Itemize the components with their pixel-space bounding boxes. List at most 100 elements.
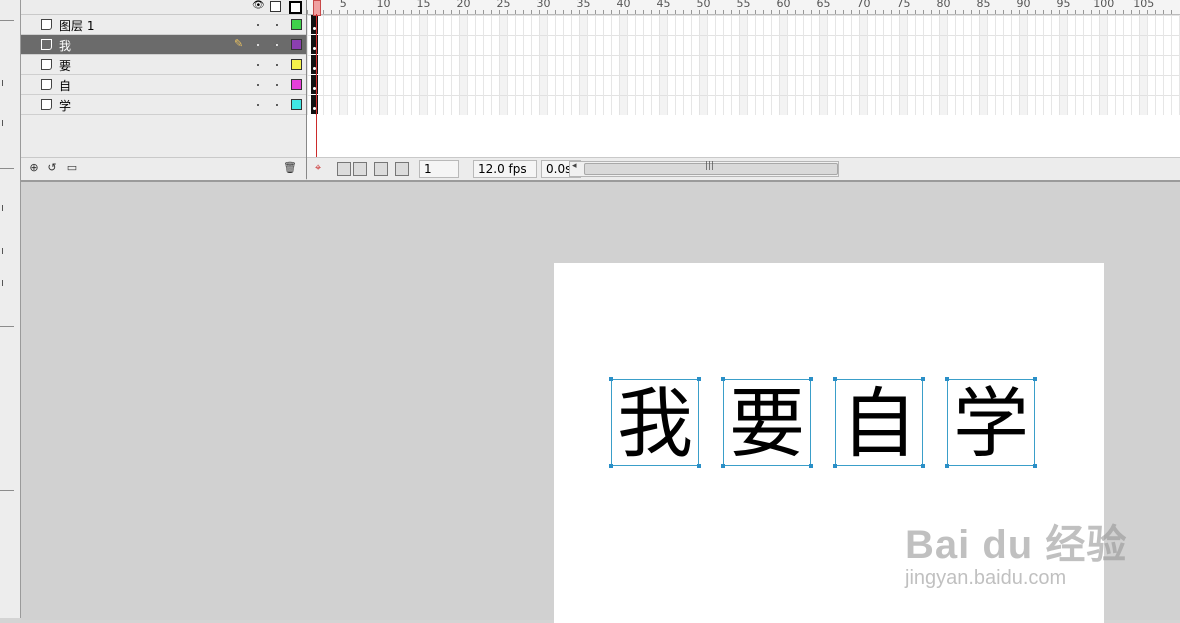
- lock-dot[interactable]: [276, 84, 278, 86]
- ruler-tick: [947, 10, 948, 14]
- outline-swatch[interactable]: [291, 19, 302, 30]
- ruler-tick: [635, 10, 636, 14]
- tool-icon[interactable]: [2, 280, 9, 286]
- layer-name: 自: [59, 79, 72, 93]
- insert-layer-icon[interactable]: ⊕: [27, 161, 41, 175]
- center-frame-icon[interactable]: ⌖: [315, 162, 327, 174]
- ruler-tick: [1139, 10, 1140, 14]
- selection-handle[interactable]: [721, 377, 725, 381]
- selection-handle[interactable]: [809, 464, 813, 468]
- motion-guide-icon[interactable]: ↺: [45, 161, 59, 175]
- ruler-tick: [835, 10, 836, 14]
- frame-rate[interactable]: 12.0 fps: [473, 160, 537, 178]
- ruler-label: 50: [696, 0, 711, 10]
- outline-swatch[interactable]: [291, 99, 302, 110]
- selection-handle[interactable]: [697, 464, 701, 468]
- playhead[interactable]: [313, 0, 321, 16]
- ruler-tick: [875, 10, 876, 14]
- lock-dot[interactable]: [276, 64, 278, 66]
- tool-icon[interactable]: [2, 120, 9, 126]
- scroll-thumb[interactable]: |||: [584, 161, 838, 175]
- ruler-label: 5: [339, 0, 347, 10]
- text-box-2[interactable]: 要: [721, 377, 813, 468]
- ruler-tick: [1171, 10, 1172, 14]
- scroll-left-icon[interactable]: ◂: [572, 161, 577, 171]
- ruler-label: 40: [616, 0, 631, 10]
- lock-dot[interactable]: [276, 24, 278, 26]
- eye-icon[interactable]: 👁: [252, 0, 265, 12]
- ruler-tick: [627, 10, 628, 14]
- lock-icon[interactable]: [270, 1, 281, 12]
- ruler-label: 25: [496, 0, 511, 10]
- text-box-4[interactable]: 学: [945, 377, 1037, 468]
- selection-handle[interactable]: [945, 377, 949, 381]
- frame-column-marker: [579, 15, 587, 115]
- ruler-tick: [307, 10, 308, 14]
- visibility-dot[interactable]: [257, 24, 259, 26]
- ruler-label: 45: [656, 0, 671, 10]
- layer-row-3[interactable]: 要: [21, 55, 306, 75]
- ruler-label: 30: [536, 0, 551, 10]
- trash-icon[interactable]: 🗑: [283, 161, 297, 175]
- ruler-tick: [867, 10, 868, 14]
- outline-swatch[interactable]: [291, 59, 302, 70]
- selection-handle[interactable]: [833, 377, 837, 381]
- ruler-tick: [323, 10, 324, 14]
- ruler-label: 95: [1056, 0, 1071, 10]
- frames-area[interactable]: 5 10 15 20 25 30 35 40 45 50 55 60 65 70 75 80 85 90 95 100…: [307, 0, 1180, 179]
- ruler-tick: [531, 10, 532, 14]
- watermark: Bai du 经验 jingyan.baidu.com: [885, 495, 1145, 595]
- outline-swatch[interactable]: [291, 39, 302, 50]
- visibility-dot[interactable]: [257, 84, 259, 86]
- selection-handle[interactable]: [721, 464, 725, 468]
- ruler-tick: [451, 10, 452, 14]
- selection-handle[interactable]: [945, 464, 949, 468]
- edit-multiple-icon[interactable]: [374, 162, 388, 176]
- modify-markers-icon[interactable]: [395, 162, 409, 176]
- stage-text: 要: [729, 379, 805, 468]
- tool-divider: [0, 326, 14, 327]
- frame-ruler[interactable]: 5 10 15 20 25 30 35 40 45 50 55 60 65 70 75 80 85 90 95 100…: [307, 0, 1180, 15]
- selection-handle[interactable]: [609, 377, 613, 381]
- ruler-tick: [739, 10, 740, 14]
- lock-dot[interactable]: [276, 44, 278, 46]
- selection-handle[interactable]: [1033, 464, 1037, 468]
- selection-handle[interactable]: [921, 464, 925, 468]
- outline-swatch[interactable]: [291, 79, 302, 90]
- ruler-tick: [1075, 10, 1076, 14]
- selection-handle[interactable]: [833, 464, 837, 468]
- selection-handle[interactable]: [921, 377, 925, 381]
- ruler-tick: [675, 10, 676, 14]
- watermark-url: jingyan.baidu.com: [905, 567, 1067, 589]
- tool-icon[interactable]: [2, 248, 9, 254]
- ruler-tick: [403, 10, 404, 14]
- selection-handle[interactable]: [697, 377, 701, 381]
- text-box-1[interactable]: 我: [609, 377, 701, 468]
- tool-icon[interactable]: [2, 80, 9, 86]
- text-box-3[interactable]: 自: [833, 377, 925, 468]
- outline-icon[interactable]: [289, 1, 302, 14]
- selection-handle[interactable]: [609, 464, 613, 468]
- visibility-dot[interactable]: [257, 44, 259, 46]
- visibility-dot[interactable]: [257, 64, 259, 66]
- tool-icon[interactable]: [2, 205, 9, 211]
- onion-skin-icon[interactable]: [337, 162, 351, 176]
- ruler-tick: [499, 10, 500, 14]
- ruler-tick: [427, 10, 428, 14]
- layer-row-1[interactable]: 图层 1: [21, 15, 306, 35]
- ruler-tick: [1091, 10, 1092, 14]
- selection-handle[interactable]: [1033, 377, 1037, 381]
- insert-folder-icon[interactable]: ▭: [65, 161, 79, 175]
- timeline-scrollbar[interactable]: ◂ |||: [569, 161, 839, 177]
- lock-dot[interactable]: [276, 104, 278, 106]
- layer-row-4[interactable]: 自: [21, 75, 306, 95]
- selection-handle[interactable]: [809, 377, 813, 381]
- frame-column-marker: [779, 15, 787, 115]
- layer-row-2[interactable]: 我 ✎: [21, 35, 306, 55]
- visibility-dot[interactable]: [257, 104, 259, 106]
- ruler-tick: [355, 10, 356, 14]
- onion-outline-icon[interactable]: [353, 162, 367, 176]
- ruler-tick: [579, 10, 580, 14]
- layer-row-5[interactable]: 学: [21, 95, 306, 115]
- ruler-tick: [1027, 10, 1028, 14]
